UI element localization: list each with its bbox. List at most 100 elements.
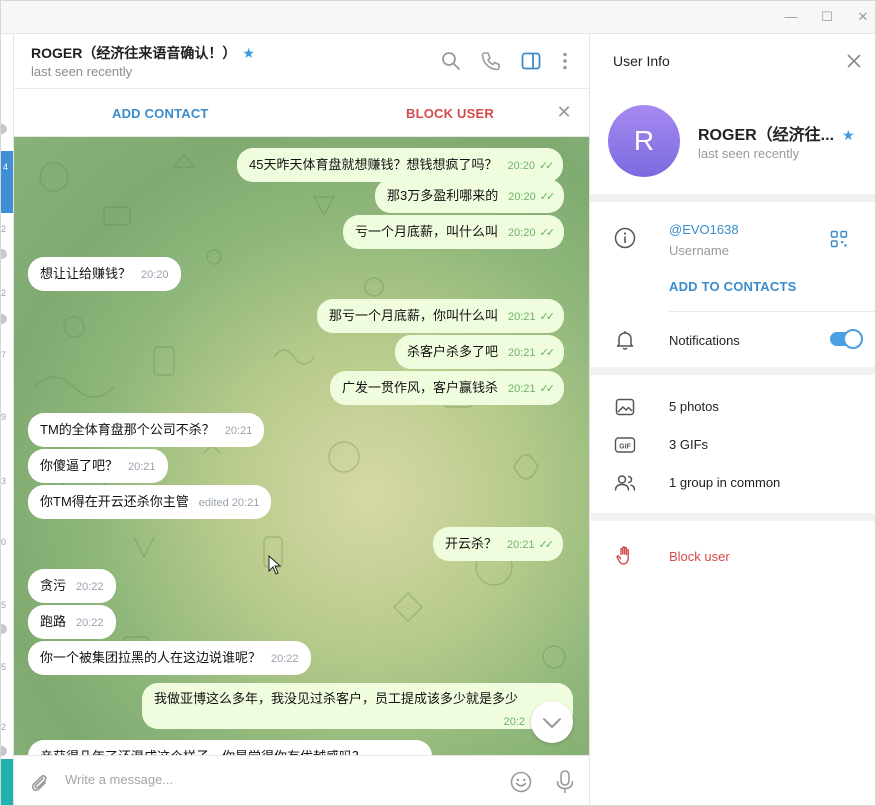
active-chat-marker[interactable] (1, 151, 13, 213)
panel-title: User Info (613, 53, 670, 69)
message-input[interactable]: Write a message... (65, 772, 173, 787)
username-label: Username (669, 243, 729, 258)
mouse-cursor-icon (268, 555, 282, 575)
phone-icon[interactable] (480, 50, 502, 72)
strip-count: 3 (1, 476, 7, 486)
message-bubble[interactable]: TM的全体育盘那个公司不杀？ 20:21 (28, 413, 265, 447)
minimize-button[interactable]: — (777, 6, 805, 28)
add-contact-button[interactable]: ADD CONTACT (112, 106, 209, 121)
message-bubble[interactable]: 跑路 20:22 (28, 605, 116, 639)
photo-icon (615, 398, 635, 416)
message-bubble[interactable]: 我做亚博这么多年，我没见过杀客户，员工提成该多少就是多少 20:2 (142, 683, 573, 729)
chat-title[interactable]: ROGER（经济往来语音确认！） ★ (31, 43, 255, 63)
chat-panel: ROGER（经济往来语音确认！） ★ last seen recently ADD (14, 34, 589, 805)
message-time: 20:22 (271, 653, 299, 665)
double-check-icon: ✓✓ (539, 311, 556, 323)
emoji-icon[interactable] (509, 770, 533, 794)
sidebar-toggle-icon[interactable] (520, 50, 542, 72)
unread-dot (1, 124, 7, 134)
shared-gifs-link[interactable]: 3 GIFs (669, 437, 708, 452)
partial-message-bubble[interactable]: 亲获得几年了还混成这个样子，你是觉得你有优越感吗？ (28, 740, 432, 755)
message-time: 20:22 (76, 581, 104, 593)
message-bubble[interactable]: 45天昨天体育盘就想赚钱？想钱想疯了吗？ 20:20 ✓✓ (237, 148, 564, 182)
block-user-link[interactable]: Block user (669, 549, 730, 564)
message-list[interactable]: 45天昨天体育盘就想赚钱？想钱想疯了吗？ 20:20 ✓✓ 那3万多盈利哪来的 20:… (14, 137, 589, 755)
unread-dot (1, 746, 7, 756)
close-window-button[interactable]: ✕ (849, 6, 875, 28)
message-bubble[interactable]: 杀客户杀多了吧 20:21 ✓✓ (395, 335, 564, 369)
message-bubble[interactable]: 贪污 20:22 (28, 569, 116, 603)
compose-button[interactable] (1, 759, 13, 805)
profile-status: last seen recently (698, 146, 800, 161)
double-check-icon: ✓✓ (539, 383, 556, 395)
section-divider (590, 367, 875, 375)
qr-code-icon[interactable] (830, 230, 848, 248)
message-bubble[interactable]: 亏一个月底薪，叫什么叫 20:20 ✓✓ (343, 215, 564, 249)
chat-header[interactable]: ROGER（经济往来语音确认！） ★ last seen recently (14, 34, 589, 89)
strip-count: 4 (3, 162, 9, 172)
groups-in-common-link[interactable]: 1 group in common (669, 475, 780, 490)
message-time: 20:2 (503, 716, 525, 728)
message-bubble[interactable]: 你一个被集团拉黑的人在这边说谁呢？ 20:22 (28, 641, 311, 675)
scroll-down-button[interactable] (531, 701, 573, 743)
section-divider (590, 513, 875, 521)
shared-photos-link[interactable]: 5 photos (669, 399, 719, 414)
profile-name-text: ROGER（经济往... (698, 127, 835, 144)
bell-icon (616, 331, 634, 350)
message-text: 开云杀？ (445, 536, 498, 551)
strip-count: 2 (1, 722, 7, 732)
close-action-bar-icon[interactable]: ✕ (554, 102, 574, 122)
chat-title-text: ROGER（经济往来语音确认！） (31, 45, 237, 61)
message-text: 跑路 (40, 614, 67, 629)
message-text: 你TM得在开云还杀你主管 (40, 494, 189, 509)
profile-name: ROGER（经济往... ★ (698, 121, 855, 145)
star-icon: ★ (242, 45, 255, 61)
chat-status: last seen recently (31, 64, 133, 79)
user-info-panel: User Info R ROGER（经济往... ★ last seen rece… (589, 34, 875, 805)
message-time: edited 20:21 (198, 497, 260, 509)
strip-count: 2 (1, 288, 7, 298)
message-bubble[interactable]: 开云杀？ 20:21 ✓✓ (433, 527, 563, 561)
message-time: 20:21 (128, 461, 156, 473)
username-link[interactable]: @EVO1638 (669, 222, 739, 237)
microphone-icon[interactable] (554, 769, 576, 795)
message-time: 20:21 (224, 425, 253, 437)
avatar[interactable]: R (608, 105, 680, 177)
notifications-toggle[interactable] (830, 329, 863, 349)
paperclip-icon[interactable] (28, 771, 50, 793)
message-text: TM的全体育盘那个公司不杀？ (40, 422, 215, 437)
message-time: 20:21 (508, 383, 536, 395)
block-user-button[interactable]: BLOCK USER (406, 106, 494, 121)
message-bubble[interactable]: 广发一贯作风，客户赢钱杀 20:21 ✓✓ (330, 371, 564, 405)
double-check-icon: ✓✓ (539, 227, 556, 239)
strip-count: 0 (1, 537, 7, 547)
telegram-window: — ☐ ✕ 4 2 2 7 9 3 0 5 5 2 ROGER（经济往来语音确认… (0, 0, 876, 806)
message-composer: Write a message... (14, 755, 589, 805)
more-vertical-icon[interactable] (554, 50, 576, 72)
contact-action-bar: ADD CONTACT BLOCK USER ✕ (14, 89, 589, 137)
message-bubble[interactable]: 那亏一个月底薪，你叫什么叫 20:21 ✓✓ (317, 299, 564, 333)
maximize-button[interactable]: ☐ (813, 6, 841, 28)
toggle-knob (843, 329, 863, 349)
hand-stop-icon (616, 546, 629, 565)
notifications-label: Notifications (669, 333, 740, 348)
search-icon[interactable] (440, 50, 462, 72)
message-text: 你傻逼了吧？ (40, 458, 119, 473)
add-to-contacts-button[interactable]: ADD TO CONTACTS (669, 279, 796, 294)
star-icon: ★ (842, 127, 855, 143)
message-text: 那3万多盈利哪来的 (387, 188, 499, 203)
gif-icon: GIF (614, 437, 636, 453)
close-panel-icon[interactable] (844, 51, 864, 71)
group-icon (614, 475, 636, 491)
message-bubble[interactable]: 你傻逼了吧？ 20:21 (28, 449, 168, 483)
message-text: 亏一个月底薪，叫什么叫 (355, 224, 499, 239)
message-time: 20:22 (76, 617, 104, 629)
double-check-icon: ✓✓ (539, 347, 556, 359)
message-text: 你一个被集团拉黑的人在这边说谁呢？ (40, 650, 262, 665)
message-bubble[interactable]: 你TM得在开云还杀你主管 edited 20:21 (28, 485, 272, 519)
chat-list-strip[interactable]: 4 2 2 7 9 3 0 5 5 2 (1, 34, 14, 805)
message-text: 45天昨天体育盘就想赚钱？想钱想疯了吗？ (249, 157, 498, 172)
message-bubble[interactable]: 想让让给赚钱？ 20:20 (28, 257, 181, 291)
message-bubble[interactable]: 那3万多盈利哪来的 20:20 ✓✓ (375, 179, 565, 213)
unread-dot (1, 314, 7, 324)
